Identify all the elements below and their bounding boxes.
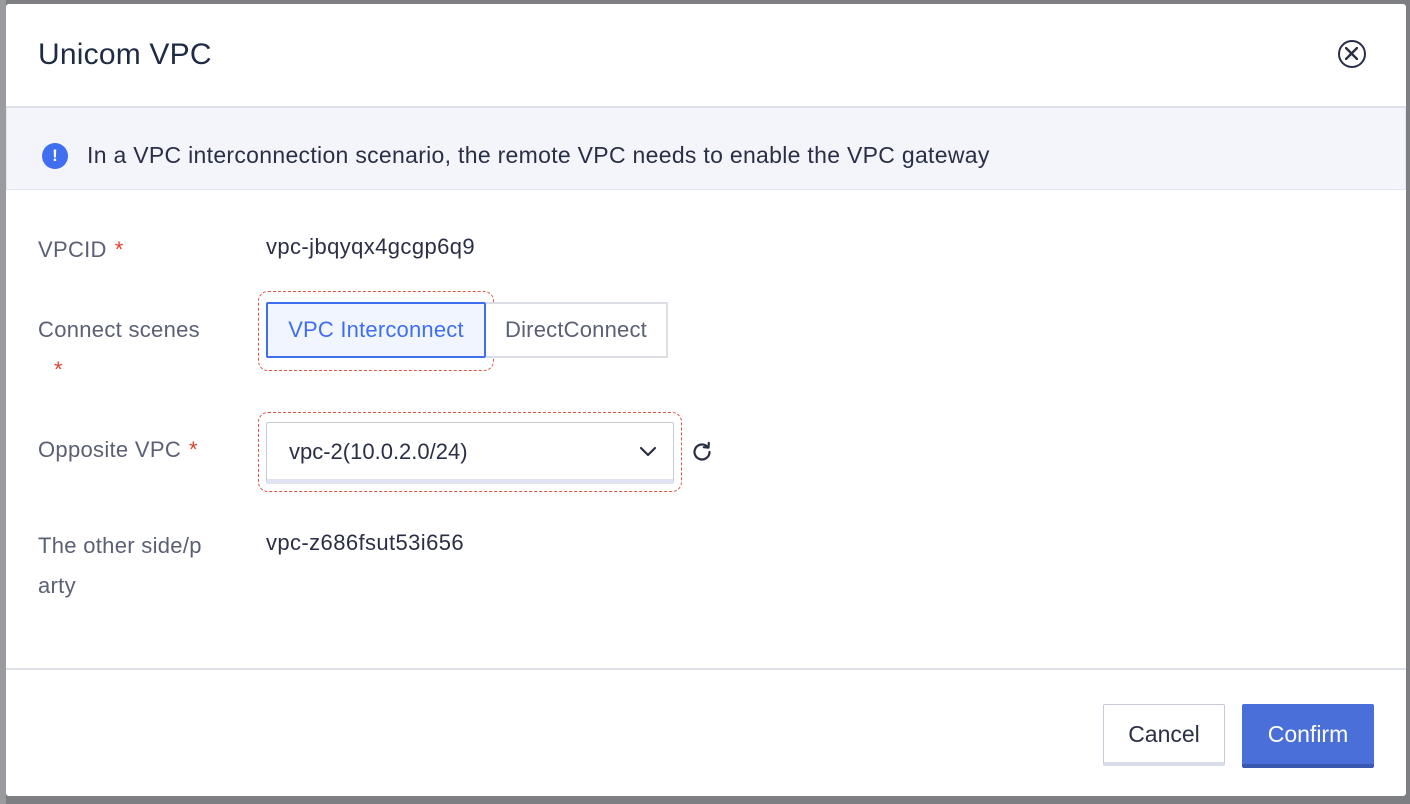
opposite-vpc-label-text: Opposite VPC [38,437,182,462]
close-icon[interactable] [1338,40,1366,68]
connect-scenes-label: Connect scenes [38,310,200,350]
chevron-down-icon [639,446,657,457]
other-side-label-line2: arty [38,573,76,598]
dialog-header: Unicom VPC [6,4,1406,108]
required-mark: * [54,357,63,382]
required-mark: * [189,437,198,462]
vpcid-label-text: VPCID [38,237,107,262]
other-side-label-line1: The other side/p [38,533,202,558]
refresh-icon[interactable] [690,440,714,464]
info-icon: ! [42,143,68,169]
notice-banner: ! In a VPC interconnection scenario, the… [6,108,1406,190]
connect-scenes-required: * [46,350,63,390]
unicom-vpc-dialog: Unicom VPC ! In a VPC interconnection sc… [6,4,1406,796]
opposite-vpc-selected-value: vpc-2(10.0.2.0/24) [289,439,468,464]
option-vpc-interconnect[interactable]: VPC Interconnect [266,302,486,358]
cancel-button[interactable]: Cancel [1103,704,1225,766]
notice-text: In a VPC interconnection scenario, the r… [87,142,990,168]
vpcid-label: VPCID * [38,230,124,270]
vpcid-value: vpc-jbqyqx4gcgp6q9 [266,234,476,259]
other-side-value: vpc-z686fsut53i656 [266,530,464,555]
dialog-title: Unicom VPC [38,38,212,71]
confirm-button[interactable]: Confirm [1242,704,1374,768]
required-mark: * [114,237,124,262]
opposite-vpc-label: Opposite VPC * [38,430,198,470]
option-directconnect[interactable]: DirectConnect [486,302,668,358]
connect-scenes-label-text: Connect scenes [38,317,200,342]
opposite-vpc-select[interactable]: vpc-2(10.0.2.0/24) [266,422,674,484]
dialog-footer: Cancel Confirm [6,668,1406,796]
